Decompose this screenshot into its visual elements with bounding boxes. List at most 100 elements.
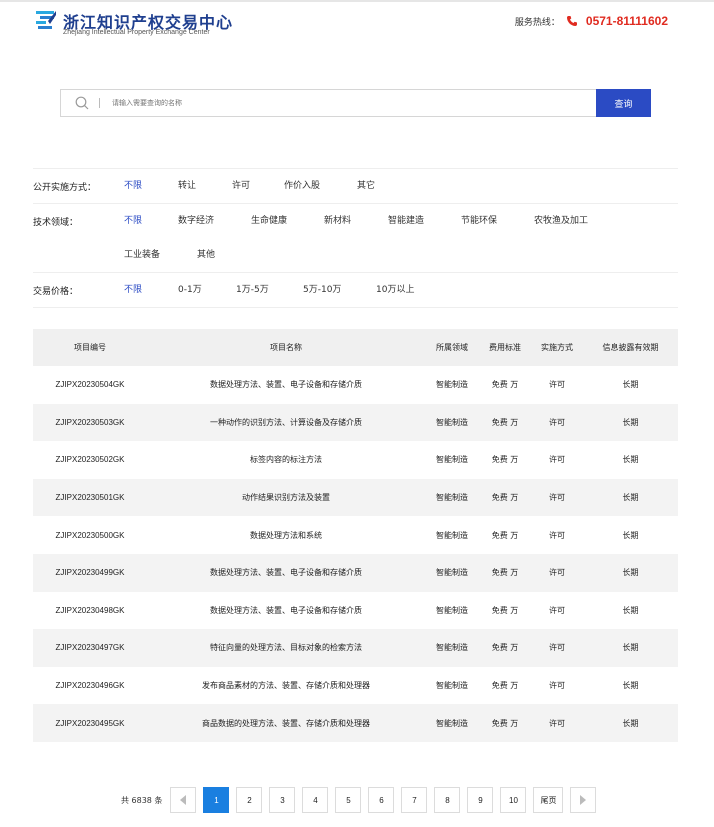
filter-row-method: 公开实施方式： 不限 转让 许可 作价入股 其它 [33, 168, 678, 203]
service-hotline: 服务热线： 0571-81111602 [515, 14, 668, 28]
project-fee: 免费 万 [491, 417, 519, 427]
filter-panel: 公开实施方式： 不限 转让 许可 作价入股 其它 技术领域： 不限 数字经济 生… [33, 168, 678, 308]
project-id: ZJIPX20230495GK [55, 718, 125, 728]
table-header: 项目编号 项目名称 所属领域 费用标准 实施方式 信息披露有效期 [33, 329, 678, 366]
filter-option[interactable]: 作价入股 [284, 169, 357, 203]
filter-option[interactable]: 0-1万 [178, 273, 236, 307]
column-header-field: 所属领域 [436, 343, 468, 352]
filter-option[interactable]: 转让 [178, 169, 232, 203]
search-icon [75, 96, 89, 110]
filter-option[interactable]: 其它 [357, 169, 411, 203]
project-validity: 长期 [622, 455, 639, 465]
project-method: 许可 [549, 530, 565, 540]
filter-option[interactable]: 数字经济 [178, 204, 251, 238]
project-name[interactable]: 标签内容的标注方法 [147, 454, 425, 465]
project-name[interactable]: 动作结果识别方法及装置 [147, 492, 425, 503]
project-name[interactable]: 发布商品素材的方法、装置、存储介质和处理器 [147, 680, 425, 691]
filter-option[interactable]: 其他 [197, 238, 251, 272]
table-row[interactable]: ZJIPX20230500GK 数据处理方法和系统 智能制造 免费 万 许可 长期 [33, 516, 678, 554]
pagination: 共 6838 条 1 2 3 4 5 6 7 8 9 10 尾页 [121, 787, 603, 813]
project-name[interactable]: 特征向量的处理方法、目标对象的检索方法 [147, 642, 425, 653]
filter-option[interactable]: 工业装备 [124, 238, 197, 272]
project-method: 许可 [549, 718, 565, 728]
project-method: 许可 [549, 643, 565, 653]
filter-option[interactable]: 生命健康 [251, 204, 324, 238]
project-id: ZJIPX20230500GK [55, 530, 125, 540]
project-name[interactable]: 一种动作的识别方法、计算设备及存储介质 [147, 417, 425, 428]
column-header-id: 项目编号 [74, 343, 106, 352]
filter-option-all[interactable]: 不限 [124, 169, 178, 203]
filter-option[interactable]: 10万以上 [376, 273, 449, 307]
project-fee: 免费 万 [491, 493, 519, 503]
table-row[interactable]: ZJIPX20230501GK 动作结果识别方法及装置 智能制造 免费 万 许可 长期 [33, 478, 678, 517]
table-row[interactable]: ZJIPX20230495GK 商品数据的处理方法、装置、存储介质和处理器 智能制造… [33, 704, 678, 742]
table-row[interactable]: ZJIPX20230496GK 发布商品素材的方法、装置、存储介质和处理器 智能制造… [33, 667, 678, 705]
filter-option[interactable]: 新材料 [324, 204, 388, 238]
page-button-8[interactable]: 8 [434, 787, 461, 813]
project-validity: 长期 [622, 380, 639, 390]
project-name[interactable]: 数据处理方法、装置、电子设备和存储介质 [147, 567, 425, 578]
table-row[interactable]: ZJIPX20230499GK 数据处理方法、装置、电子设备和存储介质 智能制造 免费… [33, 553, 678, 592]
page-button-3[interactable]: 3 [269, 787, 296, 813]
page-button-7[interactable]: 7 [401, 787, 428, 813]
site-logo[interactable]: 浙江知识产权交易中心 Zhejiang Intellectual Propert… [34, 8, 234, 38]
table-body: ZJIPX20230504GK 数据处理方法、装置、电子设备和存储介质 智能制造 免费… [33, 366, 678, 742]
total-count: 共 6838 条 [121, 795, 163, 805]
project-validity: 长期 [622, 605, 639, 615]
project-fee: 免费 万 [491, 605, 519, 615]
page-button-6[interactable]: 6 [368, 787, 395, 813]
project-name[interactable]: 数据处理方法和系统 [147, 530, 425, 541]
column-header-validity: 信息披露有效期 [602, 343, 659, 352]
project-method: 许可 [549, 605, 565, 615]
project-id: ZJIPX20230502GK [55, 455, 125, 465]
table-row[interactable]: ZJIPX20230503GK 一种动作的识别方法、计算设备及存储介质 智能制造 免费… [33, 403, 678, 442]
project-validity: 长期 [622, 417, 639, 427]
page-button-1[interactable]: 1 [203, 787, 230, 813]
filter-option[interactable]: 节能环保 [461, 204, 534, 238]
filter-option[interactable]: 1万-5万 [236, 273, 303, 307]
project-fee: 免费 万 [491, 643, 519, 653]
search-input[interactable] [112, 90, 650, 116]
page-button-9[interactable]: 9 [467, 787, 494, 813]
project-method: 许可 [549, 417, 565, 427]
table-row[interactable]: ZJIPX20230497GK 特征向量的处理方法、目标对象的检索方法 智能制造 免费… [33, 629, 678, 667]
filter-option-all[interactable]: 不限 [124, 273, 178, 307]
top-border [0, 0, 714, 2]
project-table: 项目编号 项目名称 所属领域 费用标准 实施方式 信息披露有效期 ZJIPX20… [33, 329, 678, 742]
table-row[interactable]: ZJIPX20230498GK 数据处理方法、装置、电子设备和存储介质 智能制造 免费… [33, 592, 678, 630]
table-row[interactable]: ZJIPX20230502GK 标签内容的标注方法 智能制造 免费 万 许可 长期 [33, 441, 678, 479]
column-header-method: 实施方式 [541, 343, 573, 352]
project-method: 许可 [549, 455, 565, 465]
page-button-10[interactable]: 10 [500, 787, 527, 813]
project-name[interactable]: 数据处理方法、装置、电子设备和存储介质 [147, 605, 425, 616]
project-validity: 长期 [622, 530, 639, 540]
filter-option[interactable]: 许可 [232, 169, 284, 203]
project-method: 许可 [549, 493, 565, 503]
project-name[interactable]: 数据处理方法、装置、电子设备和存储介质 [147, 379, 425, 390]
project-fee: 免费 万 [491, 530, 519, 540]
project-name[interactable]: 商品数据的处理方法、装置、存储介质和处理器 [147, 718, 425, 729]
page-button-4[interactable]: 4 [302, 787, 329, 813]
filter-label: 交易价格： [33, 287, 79, 297]
hotline-label: 服务热线： [514, 17, 560, 28]
filter-row-field: 技术领域： 不限 数字经济 生命健康 新材料 智能建造 节能环保 农牧渔及加工 … [33, 203, 678, 272]
page-button-5[interactable]: 5 [335, 787, 362, 813]
hotline-number[interactable]: 0571-81111602 [586, 14, 668, 28]
search-button[interactable]: 查询 [596, 89, 651, 117]
page-button-2[interactable]: 2 [236, 787, 263, 813]
project-field: 智能制造 [436, 455, 468, 465]
search-divider [99, 98, 100, 108]
project-field: 智能制造 [436, 605, 468, 615]
prev-page-button[interactable] [170, 787, 197, 813]
filter-option[interactable]: 5万-10万 [303, 273, 376, 307]
project-validity: 长期 [622, 643, 639, 653]
last-page-button[interactable]: 尾页 [533, 787, 564, 813]
table-row[interactable]: ZJIPX20230504GK 数据处理方法、装置、电子设备和存储介质 智能制造 免费… [33, 366, 678, 404]
project-field: 智能制造 [436, 493, 468, 503]
filter-option[interactable]: 农牧渔及加工 [534, 204, 624, 238]
next-page-button[interactable] [570, 787, 597, 813]
project-method: 许可 [549, 568, 565, 578]
filter-option[interactable]: 智能建造 [388, 204, 461, 238]
filter-option-all[interactable]: 不限 [124, 204, 178, 238]
project-id: ZJIPX20230501GK [55, 493, 125, 503]
